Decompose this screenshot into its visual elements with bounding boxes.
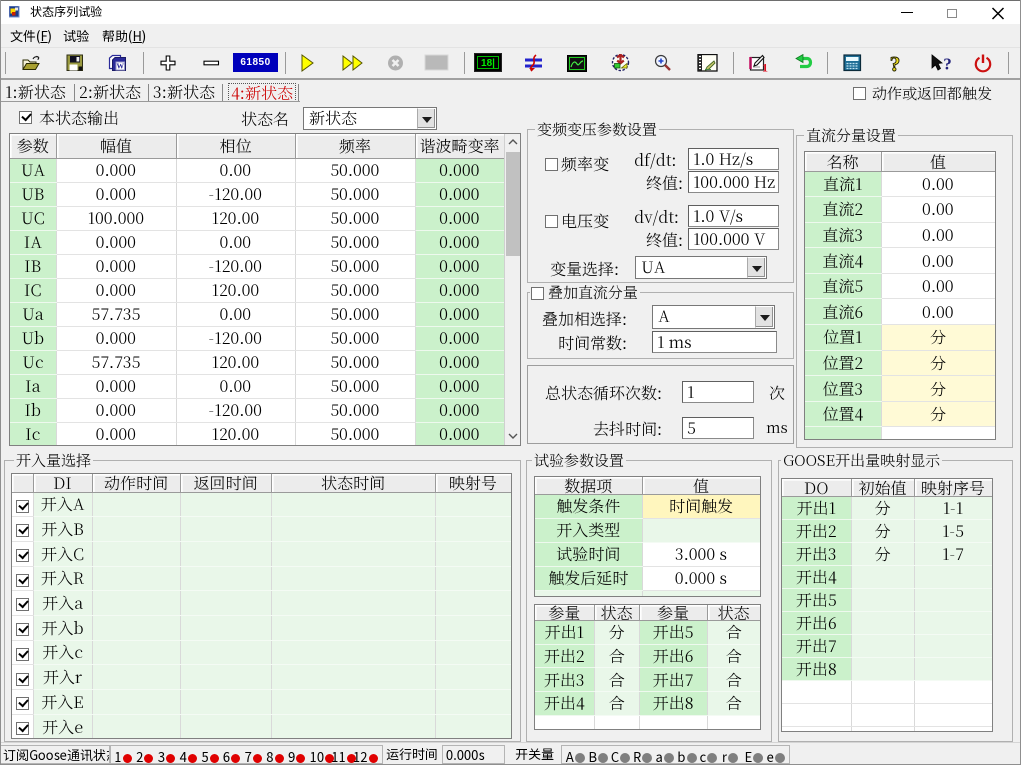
svg-text:?: ? <box>943 55 952 74</box>
svg-text:1: 1 <box>762 61 768 74</box>
svg-text:W: W <box>116 62 124 71</box>
svg-text:?: ? <box>890 54 901 74</box>
